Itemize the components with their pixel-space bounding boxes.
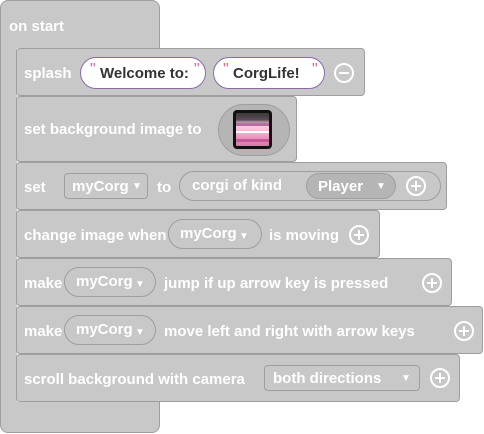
splash-label: splash [24, 65, 72, 82]
background-image-thumbnail [233, 110, 272, 149]
change-image-block[interactable]: change image when myCorg ▼ is moving [16, 210, 380, 258]
scroll-background-block[interactable]: scroll background with camera both direc… [16, 354, 460, 402]
variable-slot[interactable]: myCorg ▼ [64, 315, 156, 345]
caret-down-icon: ▼ [132, 181, 142, 192]
on-start-spine [0, 47, 17, 403]
variable-name: myCorg [76, 273, 133, 290]
quote-open: " [223, 61, 229, 78]
caret-down-icon: ▼ [135, 279, 145, 290]
plus-circle-icon[interactable] [430, 368, 450, 388]
set-background-image-label: set background image to [24, 121, 202, 138]
quote-close: " [194, 61, 200, 78]
quote-open: " [90, 61, 96, 78]
make-label: make [24, 323, 63, 340]
to-label: to [157, 179, 172, 196]
minus-circle-icon[interactable] [334, 63, 354, 83]
splash-subtitle-text: CorgLife! [233, 65, 300, 82]
on-start-block[interactable]: on start [0, 0, 160, 48]
set-background-image-block[interactable]: set background image to [16, 96, 297, 162]
variable-slot[interactable]: myCorg ▼ [64, 267, 156, 297]
splash-subtitle-input[interactable]: " CorgLife! " [213, 57, 325, 89]
variable-name: myCorg [180, 225, 237, 242]
kind-value: Player [318, 178, 364, 195]
on-start-footer [0, 402, 160, 433]
is-moving-label: is moving [269, 227, 340, 244]
move-label: move left and right with arrow keys [164, 323, 415, 340]
caret-down-icon: ▼ [135, 327, 145, 338]
direction-value: both directions [273, 370, 382, 387]
splash-block[interactable]: splash " Welcome to: " " CorgLife! " [16, 48, 365, 96]
plus-circle-icon[interactable] [349, 225, 369, 245]
make-label: make [24, 275, 63, 292]
on-start-label: on start [9, 18, 65, 35]
caret-down-icon: ▼ [376, 181, 386, 192]
jump-label: jump if up arrow key is pressed [164, 275, 389, 292]
jump-block[interactable]: make myCorg ▼ jump if up arrow key is pr… [16, 258, 452, 306]
variable-name: myCorg [76, 321, 133, 338]
variable-slot[interactable]: myCorg ▼ [168, 219, 262, 249]
splash-title-input[interactable]: " Welcome to: " [80, 57, 206, 89]
variable-dropdown[interactable]: myCorg ▼ [64, 173, 148, 199]
plus-circle-icon[interactable] [454, 321, 474, 341]
change-image-label: change image when [24, 227, 167, 244]
set-variable-block[interactable]: set myCorg ▼ to corgi of kind Player ▼ [16, 162, 447, 210]
plus-circle-icon[interactable] [406, 176, 426, 196]
direction-dropdown[interactable]: both directions ▼ [264, 365, 420, 391]
image-picker[interactable] [218, 104, 290, 156]
splash-title-text: Welcome to: [100, 65, 189, 82]
caret-down-icon: ▼ [401, 373, 411, 384]
corgi-of-kind-label: corgi of kind [192, 177, 282, 194]
corgi-of-kind-block[interactable]: corgi of kind Player ▼ [179, 171, 441, 201]
quote-close: " [312, 61, 318, 78]
set-label: set [24, 179, 46, 196]
variable-name: myCorg [72, 178, 129, 195]
caret-down-icon: ▼ [239, 231, 249, 242]
kind-dropdown[interactable]: Player ▼ [306, 173, 396, 199]
plus-circle-icon[interactable] [422, 273, 442, 293]
move-block[interactable]: make myCorg ▼ move left and right with a… [16, 306, 483, 354]
scroll-background-label: scroll background with camera [24, 371, 245, 388]
